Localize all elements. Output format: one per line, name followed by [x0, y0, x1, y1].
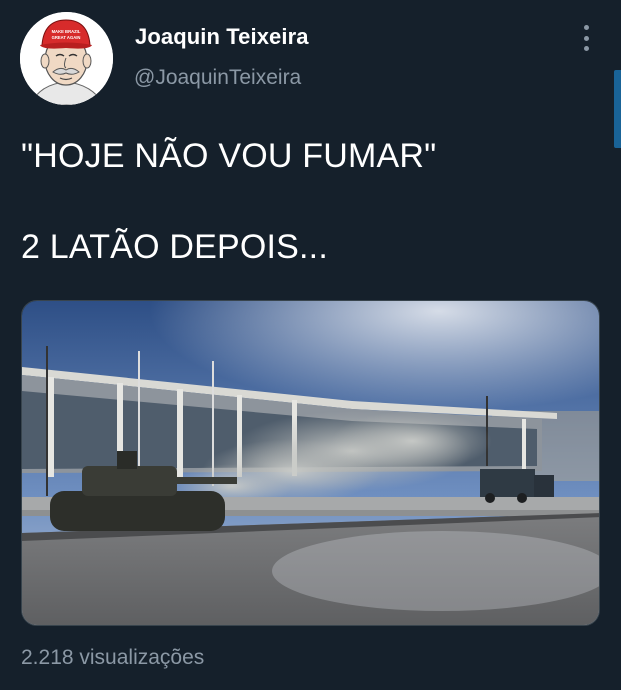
more-vertical-icon[interactable]: [578, 25, 594, 51]
svg-text:MAKE BRAZIL: MAKE BRAZIL: [52, 29, 81, 34]
author-name[interactable]: Joaquin Teixeira: [135, 24, 309, 50]
author-handle[interactable]: @JoaquinTeixeira: [134, 66, 301, 90]
tweet-video[interactable]: [21, 300, 600, 626]
video-frame: [22, 301, 599, 625]
tweet-text-line-1: "HOJE NÃO VOU FUMAR": [21, 137, 437, 175]
svg-text:GREAT AGAIN: GREAT AGAIN: [52, 35, 81, 40]
avatar-image: MAKE BRAZIL GREAT AGAIN: [20, 12, 113, 105]
view-count: 2.218 visualizações: [21, 646, 205, 669]
tweet-text-line-2: 2 LATÃO DEPOIS...: [21, 228, 328, 266]
scrollbar-thumb[interactable]: [614, 70, 621, 148]
avatar[interactable]: MAKE BRAZIL GREAT AGAIN: [20, 12, 113, 105]
